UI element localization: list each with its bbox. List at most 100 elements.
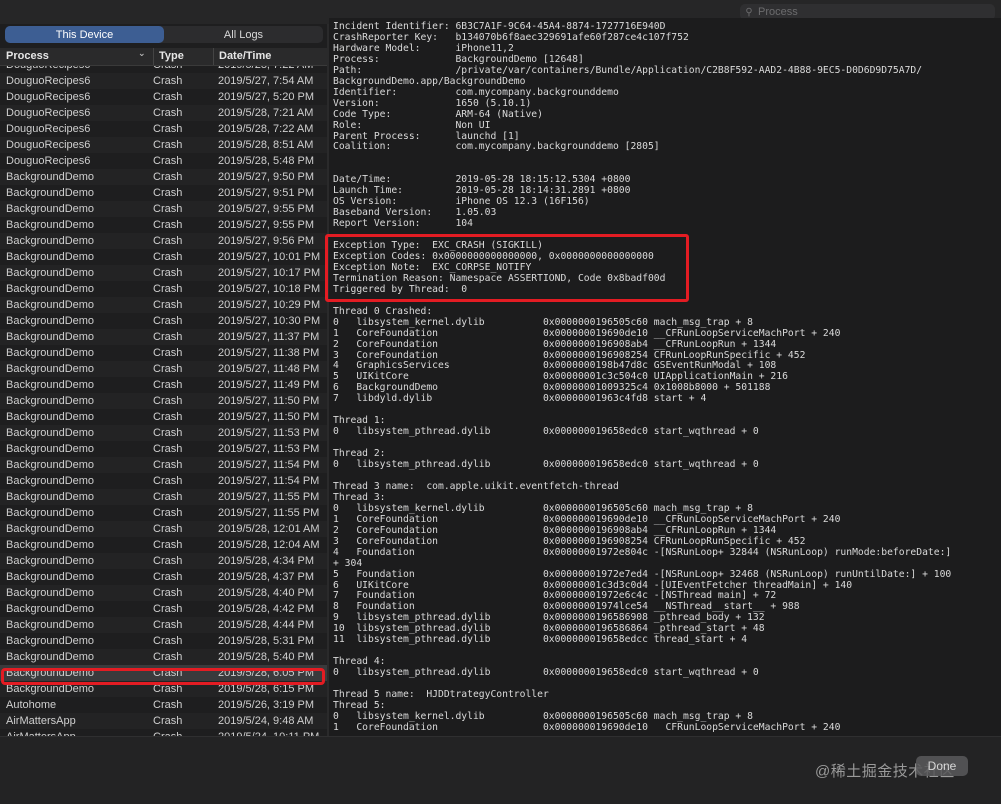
date-cell: 2019/5/27, 11:50 PM — [218, 395, 320, 407]
date-cell: 2019/5/28, 6:05 PM — [218, 667, 315, 679]
type-cell: Crash — [153, 443, 183, 455]
type-cell: Crash — [153, 507, 183, 519]
column-header-date[interactable]: Date/Time — [213, 48, 329, 65]
table-row[interactable]: BackgroundDemo Crash 2019/5/28, 4:37 PM — [0, 569, 327, 585]
table-row[interactable]: BackgroundDemo Crash 2019/5/28, 12:04 AM — [0, 537, 327, 553]
date-cell: 2019/5/28, 8:51 AM — [218, 139, 314, 151]
type-cell: Crash — [153, 603, 183, 615]
process-cell: BackgroundDemo — [6, 539, 95, 551]
type-cell: Crash — [153, 347, 183, 359]
table-row[interactable]: BackgroundDemo Crash 2019/5/27, 11:55 PM — [0, 489, 327, 505]
table-row[interactable]: BackgroundDemo Crash 2019/5/27, 11:53 PM — [0, 425, 327, 441]
report-line: Thread 5 name: HJDDtrategyController — [333, 689, 549, 700]
type-cell: Crash — [153, 315, 183, 327]
table-row[interactable]: BackgroundDemo Crash 2019/5/27, 9:55 PM — [0, 201, 327, 217]
table-header: Process ⌄ Type Date/Time — [0, 48, 327, 66]
table-row[interactable]: DouguoRecipes6 Crash 2019/5/28, 7:22 AM — [0, 66, 327, 73]
process-cell: BackgroundDemo — [6, 587, 95, 599]
report-line: 1 CoreFoundation 0x000000019690de10 CFRu… — [333, 721, 841, 733]
table-row[interactable]: DouguoRecipes6 Crash 2019/5/28, 5:48 PM — [0, 153, 327, 169]
table-row[interactable]: DouguoRecipes6 Crash 2019/5/28, 7:22 AM — [0, 121, 327, 137]
report-line: + 304 — [333, 557, 363, 569]
date-cell: 2019/5/27, 10:01 PM — [218, 251, 321, 263]
table-row[interactable]: DouguoRecipes6 Crash 2019/5/27, 7:54 AM — [0, 73, 327, 89]
process-cell: Autohome — [6, 699, 57, 711]
type-cell: Crash — [153, 299, 183, 311]
type-cell: Crash — [153, 683, 183, 695]
type-cell: Crash — [153, 107, 183, 119]
table-row[interactable]: BackgroundDemo Crash 2019/5/28, 5:40 PM — [0, 649, 327, 665]
report-line: 0 libsystem_pthread.dylib 0x000000019658… — [333, 667, 759, 679]
table-row[interactable]: BackgroundDemo Crash 2019/5/27, 11:54 PM — [0, 457, 327, 473]
table-row[interactable]: BackgroundDemo Crash 2019/5/27, 11:50 PM — [0, 409, 327, 425]
process-cell: BackgroundDemo — [6, 571, 95, 583]
crash-report-view[interactable]: Incident Identifier: 6B3C7A1F-9C64-45A4-… — [329, 18, 1001, 736]
table-row[interactable]: BackgroundDemo Crash 2019/5/27, 11:49 PM — [0, 377, 327, 393]
table-row[interactable]: BackgroundDemo Crash 2019/5/28, 4:40 PM — [0, 585, 327, 601]
type-cell: Crash — [153, 587, 183, 599]
date-cell: 2019/5/28, 7:22 AM — [218, 66, 326, 73]
table-row[interactable]: AirMattersApp Crash 2019/5/24, 9:48 AM — [0, 713, 327, 729]
type-cell: Crash — [153, 155, 183, 167]
table-row[interactable]: BackgroundDemo Crash 2019/5/27, 11:54 PM — [0, 473, 327, 489]
process-cell: BackgroundDemo — [6, 475, 95, 487]
table-row[interactable]: BackgroundDemo Crash 2019/5/28, 6:05 PM — [0, 665, 327, 681]
table-row[interactable]: BackgroundDemo Crash 2019/5/27, 11:38 PM — [0, 345, 327, 361]
table-row[interactable]: BackgroundDemo Crash 2019/5/27, 11:55 PM — [0, 505, 327, 521]
table-row[interactable]: BackgroundDemo Crash 2019/5/27, 10:01 PM — [0, 249, 327, 265]
process-cell: BackgroundDemo — [6, 379, 95, 391]
table-row[interactable]: BackgroundDemo Crash 2019/5/27, 11:53 PM — [0, 441, 327, 457]
tab-this-device[interactable]: This Device — [5, 26, 164, 43]
process-cell: BackgroundDemo — [6, 635, 95, 647]
process-cell: BackgroundDemo — [6, 603, 95, 615]
table-row[interactable]: DouguoRecipes6 Crash 2019/5/27, 5:20 PM — [0, 89, 327, 105]
process-cell: BackgroundDemo — [6, 219, 95, 231]
table-row[interactable]: BackgroundDemo Crash 2019/5/27, 10:30 PM — [0, 313, 327, 329]
table-row[interactable]: BackgroundDemo Crash 2019/5/28, 6:15 PM — [0, 681, 327, 697]
done-button[interactable]: Done — [916, 756, 968, 776]
table-row[interactable]: BackgroundDemo Crash 2019/5/28, 4:44 PM — [0, 617, 327, 633]
crash-report-text: Incident Identifier: 6B3C7A1F-9C64-45A4-… — [329, 18, 1001, 734]
type-cell: Crash — [153, 123, 183, 135]
table-row[interactable]: Autohome Crash 2019/5/26, 3:19 PM — [0, 697, 327, 713]
process-cell: BackgroundDemo — [6, 619, 95, 631]
type-cell: Crash — [153, 729, 213, 736]
table-row[interactable]: BackgroundDemo Crash 2019/5/27, 9:55 PM — [0, 217, 327, 233]
table-row[interactable]: BackgroundDemo Crash 2019/5/28, 5:31 PM — [0, 633, 327, 649]
report-line: Coalition: com.mycompany.backgrounddemo … — [333, 141, 660, 153]
date-cell: 2019/5/26, 3:19 PM — [218, 699, 315, 711]
chevron-down-icon[interactable]: ⌄ — [138, 48, 146, 59]
type-cell: Crash — [153, 251, 183, 263]
date-cell: 2019/5/27, 11:48 PM — [218, 363, 320, 375]
table-row[interactable]: BackgroundDemo Crash 2019/5/27, 10:18 PM — [0, 281, 327, 297]
table-row[interactable]: BackgroundDemo Crash 2019/5/27, 11:37 PM — [0, 329, 327, 345]
table-row[interactable]: BackgroundDemo Crash 2019/5/28, 4:42 PM — [0, 601, 327, 617]
process-cell: BackgroundDemo — [6, 267, 95, 279]
table-row[interactable]: BackgroundDemo Crash 2019/5/28, 12:01 AM — [0, 521, 327, 537]
type-cell: Crash — [153, 379, 183, 391]
process-cell: BackgroundDemo — [6, 651, 95, 663]
table-row[interactable]: BackgroundDemo Crash 2019/5/27, 11:48 PM — [0, 361, 327, 377]
table-row[interactable]: BackgroundDemo Crash 2019/5/28, 4:34 PM — [0, 553, 327, 569]
column-header-type[interactable]: Type — [153, 48, 219, 65]
report-line: 0 libsystem_kernel.dylib 0x0000000196505… — [333, 316, 753, 328]
type-cell: Crash — [153, 91, 183, 103]
report-line: Report Version: 104 — [333, 218, 473, 230]
table-row[interactable]: BackgroundDemo Crash 2019/5/27, 9:51 PM — [0, 185, 327, 201]
table-row[interactable]: DouguoRecipes6 Crash 2019/5/28, 7:21 AM — [0, 105, 327, 121]
type-cell: Crash — [153, 395, 183, 407]
process-cell: AirMattersApp — [6, 715, 76, 727]
table-row[interactable]: BackgroundDemo Crash 2019/5/27, 11:50 PM — [0, 393, 327, 409]
tab-all-logs[interactable]: All Logs — [164, 26, 323, 43]
table-row[interactable]: BackgroundDemo Crash 2019/5/27, 9:50 PM — [0, 169, 327, 185]
table-row[interactable]: BackgroundDemo Crash 2019/5/27, 10:29 PM — [0, 297, 327, 313]
table-row[interactable]: BackgroundDemo Crash 2019/5/27, 10:17 PM — [0, 265, 327, 281]
table-row[interactable]: BackgroundDemo Crash 2019/5/27, 9:56 PM — [0, 233, 327, 249]
date-cell: 2019/5/27, 11:53 PM — [218, 427, 320, 439]
date-cell: 2019/5/28, 5:31 PM — [218, 635, 315, 647]
report-line — [333, 153, 1001, 164]
type-cell: Crash — [153, 699, 183, 711]
column-header-process[interactable]: Process — [6, 48, 146, 65]
table-row[interactable]: AirMattersApp Crash 2019/5/24, 10:11 PM — [0, 729, 327, 736]
table-row[interactable]: DouguoRecipes6 Crash 2019/5/28, 8:51 AM — [0, 137, 327, 153]
